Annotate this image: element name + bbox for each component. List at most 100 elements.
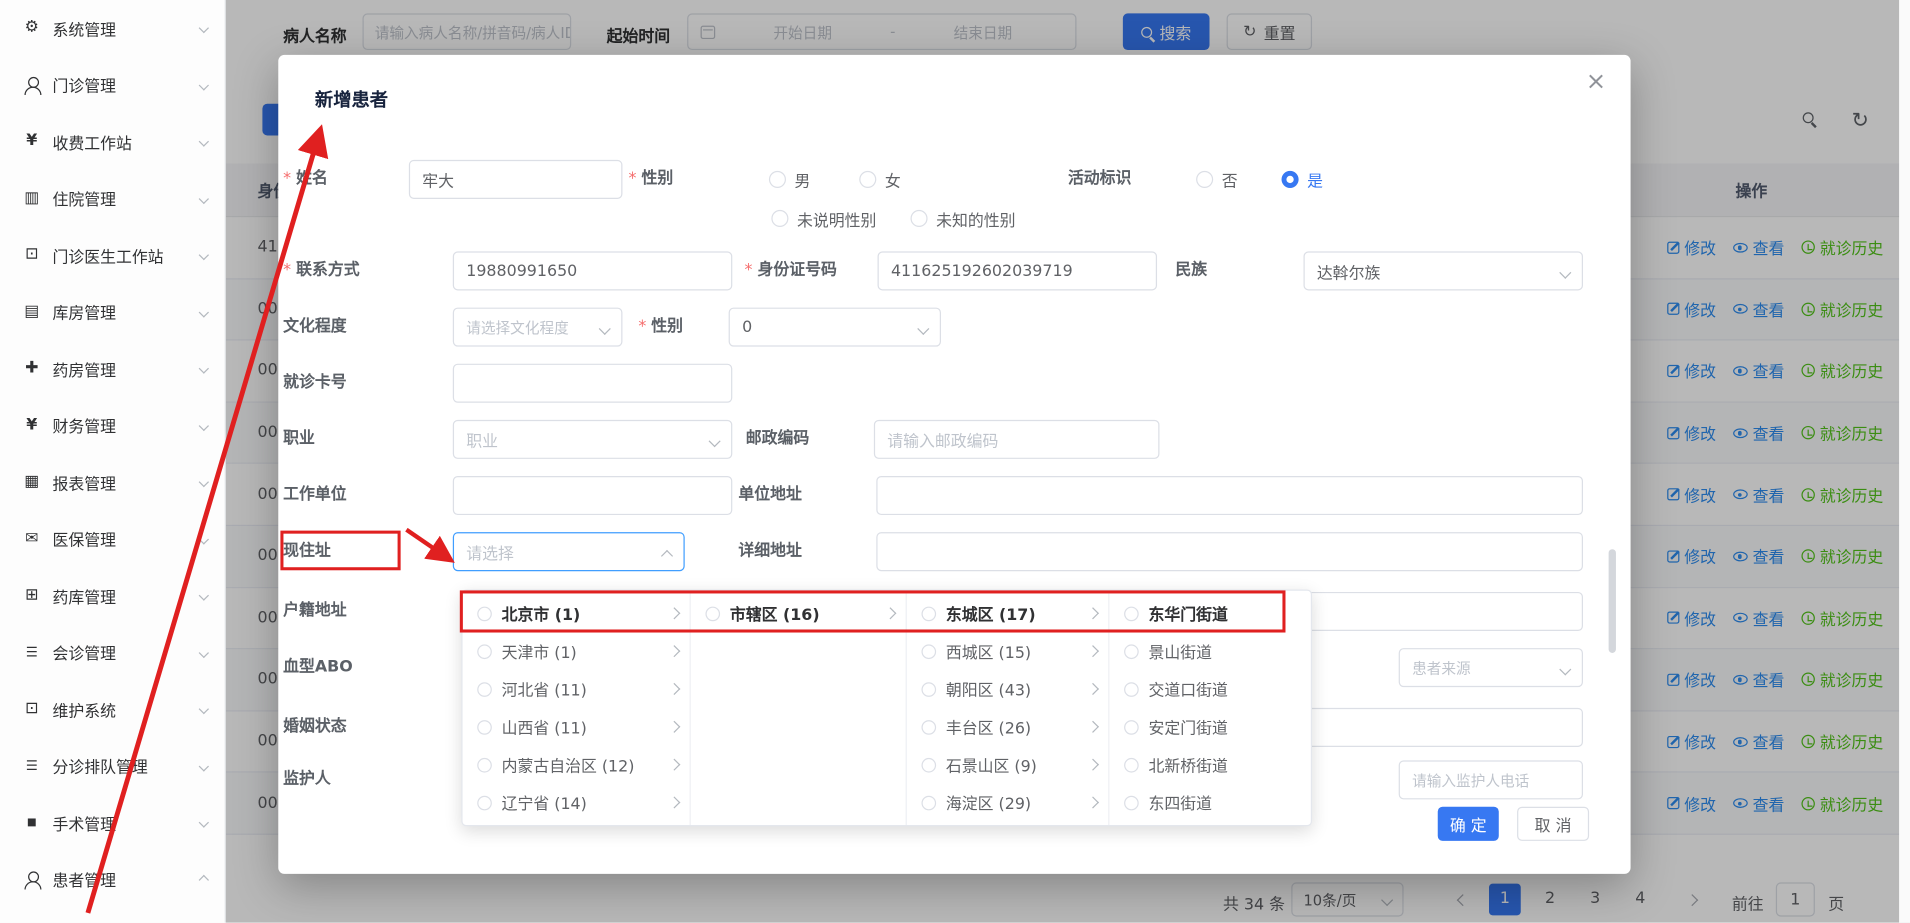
sidebar-item-9[interactable]: 报表管理	[0, 454, 225, 511]
add-patient-dialog: 新增患者 × 姓名 牢大 性别 男 女 活动标识 否 是 未说明性别 未知的性别…	[278, 55, 1630, 874]
chevron-right-icon	[1087, 721, 1099, 733]
chevron-down-icon	[199, 591, 209, 601]
cascader-column-3: 东城区 (17) 西城区 (15) 朝阳区 (43) 丰台区 (26) 石景山区…	[907, 591, 1110, 825]
sidebar-item-label: 收费工作站	[52, 130, 200, 153]
marital-status-label: 婚姻状态	[283, 708, 346, 747]
gender-radio-unstated[interactable]: 未说明性别	[771, 204, 876, 233]
sidebar-item-14[interactable]: 分诊排队管理	[0, 738, 225, 795]
work-unit-input[interactable]	[453, 476, 732, 515]
sidebar-item-label: 门诊医生工作站	[52, 244, 200, 267]
sidebar-item-label: 系统管理	[52, 17, 200, 40]
radio-icon	[1124, 644, 1139, 659]
sidebar-subitem-patient-list[interactable]: 患者列表	[0, 908, 225, 923]
chevron-right-icon	[668, 645, 680, 657]
cascader-option[interactable]: 北京市 (1)	[463, 594, 690, 632]
sidebar-item-3[interactable]: 收费工作站	[0, 114, 225, 171]
gender-radio-unknown[interactable]: 未知的性别	[910, 204, 1015, 233]
cascader-option[interactable]: 河北省 (11)	[463, 670, 690, 708]
sidebar-item-5[interactable]: 门诊医生工作站	[0, 227, 225, 284]
chevron-right-icon	[1087, 607, 1099, 619]
sidebar-item-7[interactable]: 药房管理	[0, 341, 225, 398]
chevron-down-icon	[199, 137, 209, 147]
sidebar-item-2[interactable]: 门诊管理	[0, 57, 225, 114]
gender-label: 性别	[629, 160, 674, 199]
chevron-right-icon	[1087, 645, 1099, 657]
document-icon	[22, 302, 42, 322]
name-input[interactable]: 牢大	[409, 160, 623, 199]
guardian-phone-input[interactable]: 请输入监护人电话	[1399, 760, 1583, 799]
patient-source-select[interactable]: 患者来源	[1399, 648, 1583, 687]
cascader-option[interactable]: 北新桥街道	[1109, 746, 1310, 784]
gender-radio-male[interactable]: 男	[769, 160, 811, 199]
cascader-option[interactable]: 东华门街道	[1109, 594, 1310, 632]
active-flag-no[interactable]: 否	[1196, 160, 1238, 199]
education-select[interactable]: 请选择文化程度	[453, 308, 623, 347]
cascader-option[interactable]: 交道口街道	[1109, 670, 1310, 708]
radio-icon	[1124, 757, 1139, 772]
cascader-option[interactable]: 安定门街道	[1109, 708, 1310, 746]
square-icon	[22, 813, 42, 833]
ethnicity-label: 民族	[1175, 251, 1207, 290]
contact-input[interactable]: 19880991650	[453, 251, 732, 290]
chevron-right-icon	[1087, 683, 1099, 695]
cascader-option-label: 朝阳区 (43)	[946, 677, 1079, 700]
ethnicity-select[interactable]: 达斡尔族	[1303, 251, 1582, 290]
postal-code-input[interactable]: 请输入邮政编码	[874, 420, 1160, 459]
cascader-option[interactable]: 景山街道	[1109, 632, 1310, 670]
sidebar-item-6[interactable]: 库房管理	[0, 284, 225, 341]
cascader-option-label: 北京市 (1)	[502, 602, 661, 625]
cascader-option[interactable]: 东城区 (17)	[907, 594, 1108, 632]
mail-icon	[22, 529, 42, 549]
radio-icon	[1124, 606, 1139, 621]
unit-address-input[interactable]	[876, 476, 1583, 515]
cancel-button[interactable]: 取 消	[1517, 807, 1589, 841]
cascader-option[interactable]: 内蒙古自治区 (12)	[463, 746, 690, 784]
confirm-button[interactable]: 确 定	[1438, 807, 1499, 841]
chevron-down-icon	[199, 364, 209, 374]
cascader-option[interactable]: 辽宁省 (14)	[463, 784, 690, 822]
radio-icon	[705, 606, 720, 621]
gender-select[interactable]: 0	[729, 308, 941, 347]
gender-radio-female[interactable]: 女	[859, 160, 901, 199]
cascader-option-label: 景山街道	[1148, 640, 1299, 663]
gear-icon	[22, 19, 42, 39]
sidebar-item-label: 库房管理	[52, 301, 200, 324]
modal-scrollbar[interactable]	[1609, 549, 1616, 653]
id-number-label: 身份证号码	[745, 251, 837, 290]
sidebar-item-12[interactable]: 会诊管理	[0, 624, 225, 681]
close-icon[interactable]: ×	[1586, 66, 1606, 95]
cascader-option[interactable]: 朝阳区 (43)	[907, 670, 1108, 708]
sidebar-item-11[interactable]: 药库管理	[0, 568, 225, 625]
cascader-option[interactable]: 海淀区 (29)	[907, 784, 1108, 822]
sidebar-item-15[interactable]: 手术管理	[0, 795, 225, 852]
chevron-down-icon	[199, 761, 209, 771]
sidebar-item-13[interactable]: 维护系统	[0, 681, 225, 738]
grid-icon	[22, 586, 42, 606]
cascader-option[interactable]: 石景山区 (9)	[907, 746, 1108, 784]
current-address-select[interactable]: 请选择	[453, 532, 685, 571]
id-number-input[interactable]: 411625192602039719	[878, 251, 1157, 290]
cascader-option[interactable]: 天津市 (1)	[463, 632, 690, 670]
chevron-right-icon	[668, 759, 680, 771]
cascader-option[interactable]: 西城区 (15)	[907, 632, 1108, 670]
cascader-option[interactable]: 丰台区 (26)	[907, 708, 1108, 746]
sidebar-item-10[interactable]: 医保管理	[0, 511, 225, 568]
active-flag-yes[interactable]: 是	[1282, 160, 1324, 199]
cascader-option[interactable]: 东四街道	[1109, 784, 1310, 822]
visit-card-input[interactable]	[453, 364, 732, 403]
sidebar-item-1[interactable]: 系统管理	[0, 0, 225, 57]
radio-icon	[1124, 719, 1139, 734]
cascader-option-label: 北新桥街道	[1148, 753, 1299, 776]
active-flag-label: 活动标识	[1068, 160, 1131, 199]
occupation-select[interactable]: 职业	[453, 420, 732, 459]
sidebar-item-8[interactable]: 财务管理	[0, 397, 225, 454]
cascader-option[interactable]: 山西省 (11)	[463, 708, 690, 746]
radio-icon	[921, 719, 936, 734]
sidebar-item-4[interactable]: 住院管理	[0, 170, 225, 227]
radio-icon	[921, 644, 936, 659]
page-scrollbar[interactable]	[1899, 0, 1910, 923]
cascader-option[interactable]: 市辖区 (16)	[691, 594, 906, 632]
monitor-icon	[22, 700, 42, 720]
detail-address-input[interactable]	[876, 532, 1583, 571]
sidebar-item-16[interactable]: 患者管理	[0, 851, 225, 908]
